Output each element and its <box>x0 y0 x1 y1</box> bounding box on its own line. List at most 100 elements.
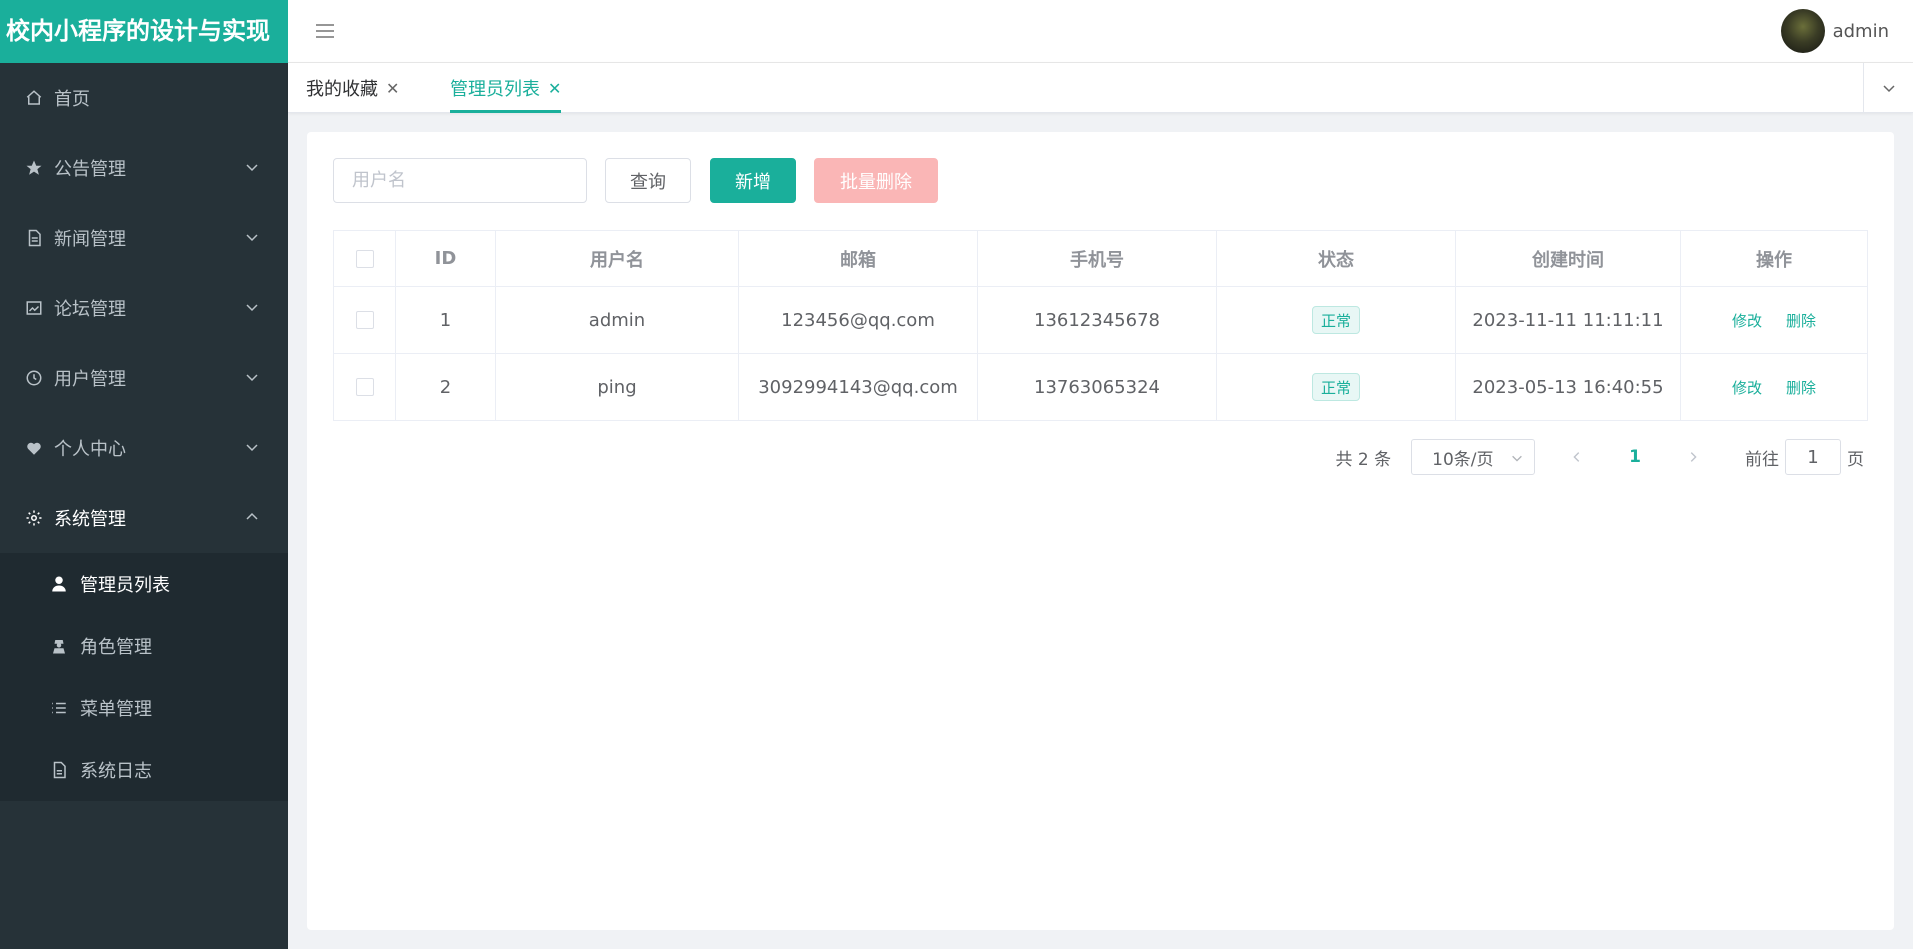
user-menu[interactable]: admin <box>1780 9 1889 53</box>
cell-id: 2 <box>396 354 496 420</box>
chevron-down-icon <box>246 444 258 452</box>
sidebar-subitem-label: 角色管理 <box>80 637 152 658</box>
edit-button[interactable]: 修改 <box>1732 310 1762 331</box>
select-all-checkbox[interactable] <box>355 249 374 268</box>
list-icon <box>50 699 68 717</box>
close-icon[interactable]: ✕ <box>548 79 561 98</box>
pagination: 共 2 条 10条/页 1 前往 页 <box>1336 439 1864 475</box>
cell-id: 1 <box>396 287 496 353</box>
page-number-current[interactable]: 1 <box>1629 447 1641 467</box>
cell-phone: 13612345678 <box>978 287 1217 353</box>
menu-toggle-icon[interactable] <box>314 20 336 42</box>
chevron-down-icon <box>246 234 258 242</box>
sidebar-subitem-label: 管理员列表 <box>80 575 170 596</box>
sidebar-item-label: 用户管理 <box>54 369 126 390</box>
chevron-up-icon <box>246 512 258 520</box>
row-checkbox[interactable] <box>355 311 374 329</box>
close-icon[interactable]: ✕ <box>386 79 399 98</box>
clock-icon <box>24 368 44 388</box>
tab-bar: 我的收藏 ✕ 管理员列表 ✕ <box>288 63 1913 113</box>
row-checkbox[interactable] <box>355 378 374 396</box>
log-icon <box>50 761 68 779</box>
top-header: admin <box>288 0 1913 63</box>
cell-created: 2023-11-11 11:11:11 <box>1456 287 1681 353</box>
next-page-button[interactable] <box>1681 445 1705 469</box>
add-button[interactable]: 新增 <box>710 158 796 203</box>
heart-icon <box>24 438 44 458</box>
goto-page-input[interactable] <box>1785 439 1841 475</box>
sidebar-item-users[interactable]: 用户管理 <box>0 343 288 413</box>
sidebar-subitem-label: 系统日志 <box>80 761 152 782</box>
sidebar-subitem-label: 菜单管理 <box>80 699 152 720</box>
column-header: 手机号 <box>978 231 1217 286</box>
sidebar-item-home[interactable]: 首页 <box>0 63 288 133</box>
page-size-select[interactable]: 10条/页 <box>1411 439 1536 475</box>
sidebar-item-system[interactable]: 系统管理 <box>0 483 288 553</box>
delete-button[interactable]: 删除 <box>1786 310 1816 331</box>
username-search-input[interactable] <box>333 158 587 203</box>
tab-favorites[interactable]: 我的收藏 ✕ <box>306 63 399 113</box>
system-submenu: 管理员列表 角色管理 菜单管理 系统日志 <box>0 553 288 801</box>
column-header: 操作 <box>1756 249 1792 271</box>
sidebar-item-label: 系统管理 <box>54 509 126 530</box>
delete-button[interactable]: 删除 <box>1786 377 1816 398</box>
page-goto: 前往 页 <box>1745 439 1864 475</box>
column-header: 用户名 <box>496 231 739 286</box>
sidebar-item-label: 新闻管理 <box>54 229 126 250</box>
cell-actions: 修改 删除 <box>1681 287 1867 353</box>
sidebar-item-label: 公告管理 <box>54 159 126 180</box>
tab-admin-list[interactable]: 管理员列表 ✕ <box>450 63 562 113</box>
goto-suffix: 页 <box>1847 449 1864 470</box>
cell-created: 2023-05-13 16:40:55 <box>1456 354 1681 420</box>
main-card: 查询 新增 批量删除 ID 用户名 邮箱 手机号 状态 创建时间 操作 1 ad… <box>307 132 1894 930</box>
chevron-down-icon <box>246 374 258 382</box>
cell-status: 正常 <box>1217 287 1456 353</box>
table-row: 2 ping 3092994143@qq.com 13763065324 正常 … <box>334 354 1867 420</box>
sidebar-item-label: 论坛管理 <box>54 299 126 320</box>
column-header: 状态 <box>1217 231 1456 286</box>
row-select-cell <box>334 287 396 353</box>
cell-status: 正常 <box>1217 354 1456 420</box>
sidebar-item-profile[interactable]: 个人中心 <box>0 413 288 483</box>
chevron-down-icon <box>1512 455 1522 462</box>
table-header: ID 用户名 邮箱 手机号 状态 创建时间 操作 <box>334 231 1867 287</box>
cell-phone: 13763065324 <box>978 354 1217 420</box>
cell-username: admin <box>496 287 739 353</box>
picture-icon <box>24 298 44 318</box>
sidebar-item-admin-list[interactable]: 管理员列表 <box>0 553 288 615</box>
table-row: 1 admin 123456@qq.com 13612345678 正常 202… <box>334 287 1867 354</box>
chevron-down-icon <box>1882 85 1895 93</box>
pagination-total: 共 2 条 <box>1335 449 1392 470</box>
edit-button[interactable]: 修改 <box>1732 377 1762 398</box>
sidebar-item-roles[interactable]: 角色管理 <box>0 615 288 677</box>
cell-email: 123456@qq.com <box>739 287 978 353</box>
user-icon <box>50 575 68 593</box>
cell-username: ping <box>496 354 739 420</box>
sidebar-item-label: 个人中心 <box>54 439 126 460</box>
sidebar-item-logs[interactable]: 系统日志 <box>0 739 288 801</box>
select-all-cell <box>334 231 396 286</box>
goto-prefix: 前往 <box>1745 449 1779 470</box>
batch-delete-button[interactable]: 批量删除 <box>814 158 938 203</box>
sidebar-item-menus[interactable]: 菜单管理 <box>0 677 288 739</box>
chevron-down-icon <box>246 164 258 172</box>
status-badge: 正常 <box>1311 306 1360 334</box>
sidebar-item-announcements[interactable]: 公告管理 <box>0 133 288 203</box>
page-size-value: 10条/页 <box>1432 449 1494 470</box>
username: admin <box>1832 20 1889 42</box>
cell-actions: 修改 删除 <box>1681 354 1867 420</box>
status-badge: 正常 <box>1311 373 1360 401</box>
query-button[interactable]: 查询 <box>605 158 691 203</box>
sidebar-item-forum[interactable]: 论坛管理 <box>0 273 288 343</box>
avatar[interactable] <box>1780 9 1825 53</box>
admin-table: ID 用户名 邮箱 手机号 状态 创建时间 操作 1 admin 123456@… <box>333 230 1868 421</box>
app-title: 校内小程序的设计与实现 <box>0 0 288 63</box>
tab-label: 我的收藏 <box>306 79 378 100</box>
tabs-dropdown-button[interactable] <box>1863 63 1913 113</box>
document-icon <box>24 228 44 248</box>
gear-icon <box>24 508 44 528</box>
prev-page-button[interactable] <box>1565 445 1589 469</box>
agent-icon <box>50 637 68 655</box>
cell-email: 3092994143@qq.com <box>739 354 978 420</box>
sidebar-item-news[interactable]: 新闻管理 <box>0 203 288 273</box>
